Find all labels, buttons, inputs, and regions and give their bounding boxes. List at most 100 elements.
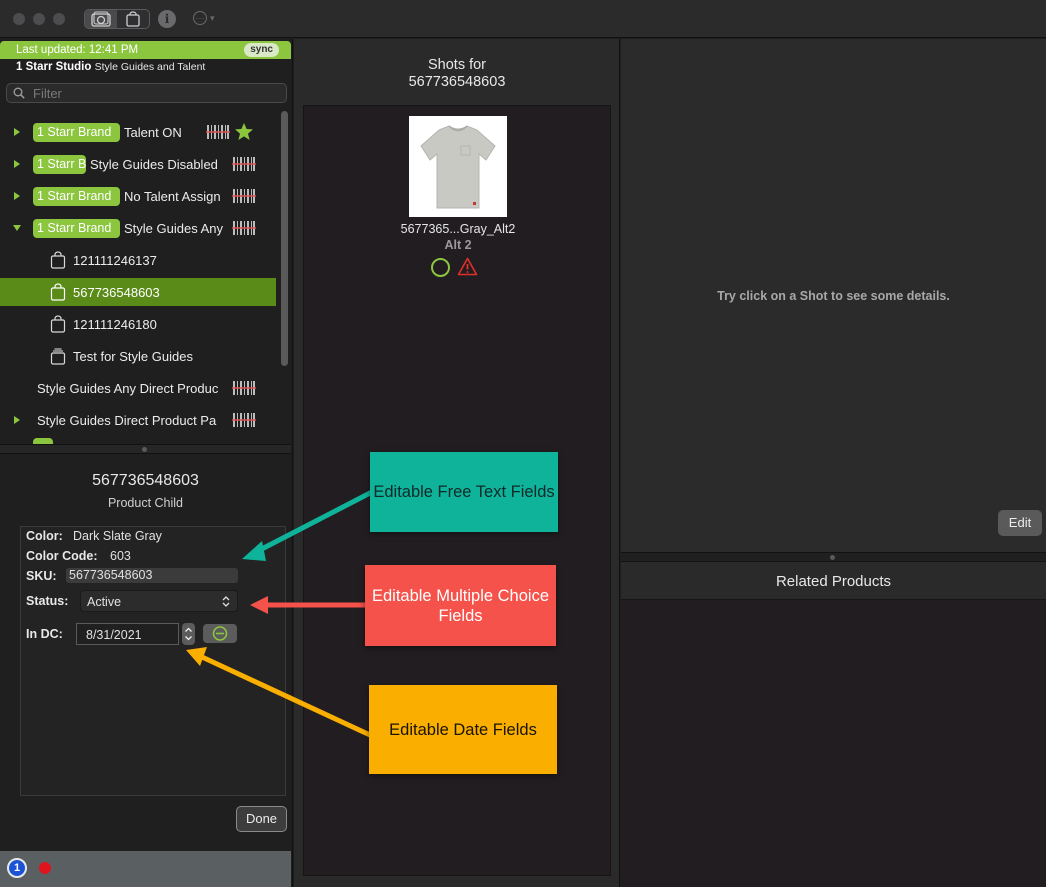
disclosure-right-icon[interactable] — [12, 191, 22, 201]
related-products-list — [621, 599, 1046, 887]
sync-status-bar: Last updated: 12:41 PM sync — [0, 41, 291, 59]
tree-item[interactable]: 121111246137 — [0, 246, 276, 274]
status-value: Active — [87, 595, 122, 609]
camera-view-button[interactable] — [85, 10, 117, 28]
disclosure-down-icon[interactable] — [12, 223, 22, 233]
detail-title: 567736548603 — [92, 472, 199, 489]
tree-item[interactable]: Style Guides Any Direct Produc — [0, 374, 276, 402]
close-window-button[interactable] — [13, 13, 25, 25]
shots-title-line2: 567736548603 — [408, 74, 506, 90]
tree-item[interactable]: 121111246180 — [0, 310, 276, 338]
in-dc-date-field[interactable]: 8/31/2021 — [76, 623, 179, 645]
sku-field[interactable]: 567736548603 — [66, 568, 238, 583]
status-select[interactable]: Active — [80, 590, 238, 612]
barcode-icon — [206, 125, 230, 139]
tree-item[interactable]: Test for Style Guides — [0, 342, 276, 370]
barcode-icon — [232, 189, 256, 203]
search-icon — [13, 87, 25, 99]
shots-title: Shots for 567736548603 — [294, 57, 620, 91]
tree-item-label: Style Guides Disabled — [90, 156, 218, 172]
product-detail-form: Color: Dark Slate Gray Color Code: 603 S… — [20, 526, 286, 796]
filter-input[interactable] — [33, 85, 273, 101]
shot-thumbnail[interactable] — [409, 116, 507, 217]
brand-pill: 1 Starr B — [33, 154, 86, 174]
divider-grip — [830, 555, 835, 560]
onepassword-icon[interactable]: 1 — [7, 858, 27, 878]
in-dc-value: 8/31/2021 — [86, 628, 142, 642]
updown-chevron-icon — [222, 596, 230, 607]
tree-item[interactable]: 1 Starr Brand Style Guides Any — [0, 214, 276, 242]
color-code-value[interactable]: 603 — [110, 549, 131, 563]
bag-icon — [50, 315, 66, 333]
clear-date-button[interactable] — [203, 624, 237, 643]
shots-title-line1: Shots for — [427, 57, 487, 73]
sidebar-scrollbar[interactable] — [281, 111, 288, 366]
shot-details-panel: Try click on a Shot to see some details.… — [621, 39, 1046, 552]
shot-alt: Alt 2 — [444, 238, 472, 252]
barcode-icon — [232, 157, 256, 171]
stepper-arrows-icon — [185, 627, 192, 641]
bag-icon — [126, 11, 140, 27]
ellipsis-icon: ··· — [193, 11, 207, 25]
callout-multiple-choice: Editable Multiple Choice Fields — [365, 565, 556, 646]
color-value[interactable]: Dark Slate Gray — [73, 529, 162, 543]
tree-item[interactable]: 1 Starr Brand Talent ON — [0, 118, 276, 146]
camera-icon — [91, 11, 111, 27]
tree-item-label: 567736548603 — [73, 284, 160, 300]
stack-icon — [50, 348, 66, 365]
brand-pill: 1 Starr Brand — [33, 122, 120, 142]
studio-tree: 1 Starr Brand Talent ON 1 Starr B Style … — [0, 118, 278, 445]
sync-button[interactable]: sync — [244, 43, 279, 57]
tree-item-label: No Talent Assign — [124, 188, 221, 204]
empty-state-hint: Try click on a Shot to see some details. — [717, 289, 950, 303]
tree-item-label: Style Guides Any Direct Produc — [37, 380, 219, 396]
disclosure-right-icon[interactable] — [12, 415, 22, 425]
filter-field — [6, 83, 287, 103]
edit-button[interactable]: Edit — [998, 510, 1042, 536]
info-icon[interactable]: i — [158, 10, 176, 28]
related-products-title: Related Products — [775, 573, 892, 590]
details-column: Try click on a Shot to see some details.… — [621, 39, 1046, 887]
tshirt-image — [420, 125, 496, 209]
tree-item[interactable]: Style Guides Direct Product Pa — [0, 406, 276, 434]
record-indicator-icon — [39, 862, 51, 874]
tree-item-label: 121111246180 — [73, 316, 157, 332]
bottom-status-bar: 1 — [0, 851, 291, 887]
more-menu-button[interactable]: ··· ▾ — [193, 11, 215, 25]
divider-grip — [142, 447, 147, 452]
studio-name: 1 Starr Studio — [16, 61, 92, 73]
shot-name: 5677365...Gray_Alt2 — [400, 222, 516, 236]
tree-item[interactable]: 1 Starr B Style Guides Disabled — [0, 150, 276, 178]
brand-pill: 1 Starr Brand — [33, 218, 120, 238]
chevron-down-icon: ▾ — [210, 12, 215, 23]
disclosure-right-icon[interactable] — [12, 127, 22, 137]
brand-pill: 1 Starr Brand — [33, 186, 120, 206]
zoom-window-button[interactable] — [53, 13, 65, 25]
view-mode-toggle — [84, 9, 150, 29]
studio-header: 1 Starr Studio Style Guides and Talent — [16, 61, 205, 73]
callout-date: Editable Date Fields — [369, 685, 557, 774]
product-view-button[interactable] — [117, 10, 149, 28]
minus-circle-icon — [212, 626, 228, 641]
tree-item-selected[interactable]: 567736548603 — [0, 278, 276, 306]
tree-item-label: Style Guides Direct Product Pa — [37, 412, 217, 428]
callout-free-text: Editable Free Text Fields — [370, 452, 558, 532]
split-view-divider[interactable] — [0, 444, 291, 454]
disclosure-right-icon[interactable] — [12, 159, 22, 169]
star-icon[interactable] — [234, 122, 254, 142]
done-button[interactable]: Done — [236, 806, 287, 832]
barcode-icon — [232, 221, 256, 235]
right-split-divider[interactable] — [621, 552, 1046, 562]
tree-item-label: Test for Style Guides — [73, 348, 193, 364]
title-bar: i ··· ▾ — [0, 0, 1046, 38]
studio-subtitle: Style Guides and Talent — [94, 61, 206, 73]
tree-item-label: Talent ON — [124, 124, 182, 140]
minimize-window-button[interactable] — [33, 13, 45, 25]
in-dc-label: In DC: — [26, 627, 63, 641]
warning-icon — [457, 257, 478, 276]
status-label: Status: — [26, 594, 69, 608]
last-updated-text: Last updated: 12:41 PM — [16, 44, 139, 56]
color-code-label: Color Code: — [26, 549, 98, 563]
tree-item[interactable]: 1 Starr Brand No Talent Assign — [0, 182, 276, 210]
date-stepper[interactable] — [182, 623, 195, 645]
